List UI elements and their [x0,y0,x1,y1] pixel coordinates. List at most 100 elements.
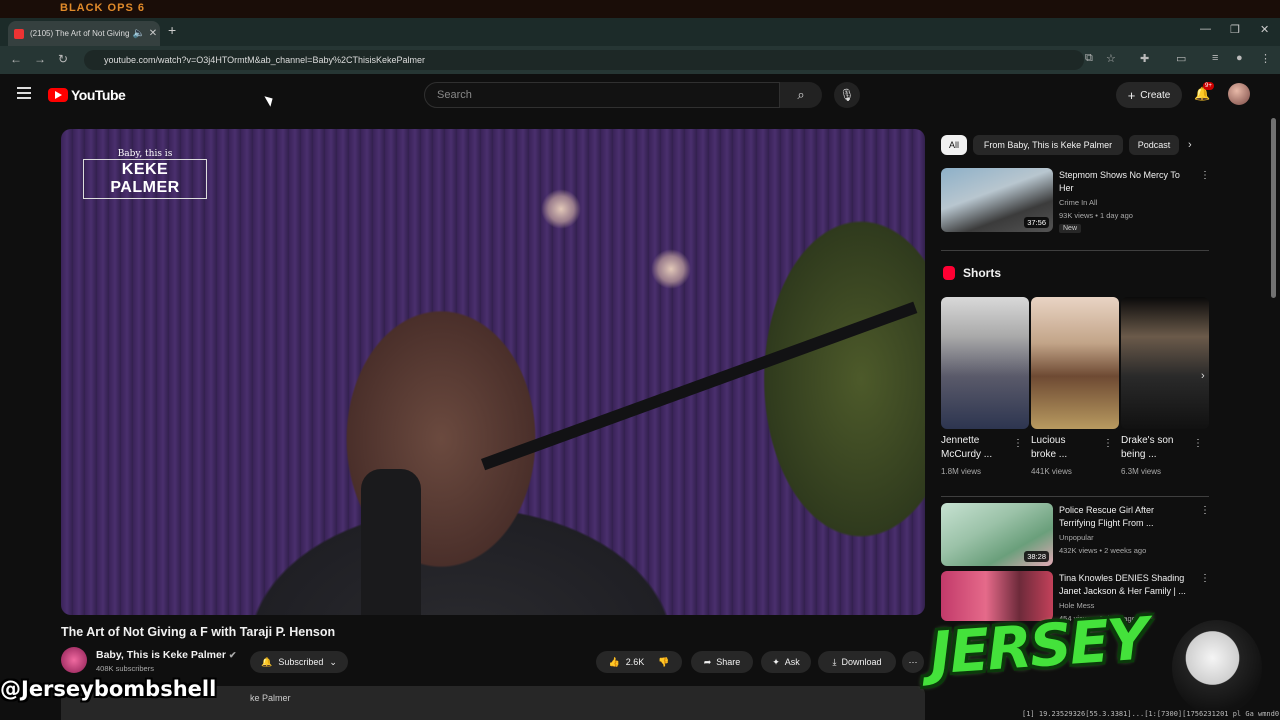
chevron-right-icon[interactable]: › [1188,139,1192,151]
hamburger-menu-icon[interactable] [17,87,31,102]
back-icon[interactable]: ← [10,52,22,66]
cast-icon[interactable]: ▭ [1176,52,1186,65]
verified-icon: ✔ [228,650,237,660]
rec-thumbnail[interactable]: 37:56 [941,168,1053,232]
short-views: 1.8M views [941,467,982,476]
shorts-icon [943,266,955,280]
thumbs-up-icon[interactable]: 👍 [609,657,620,668]
plus-icon: + [1127,87,1136,103]
bell-icon: 🔔 [261,656,273,667]
overlay-brand-text: BLACK OPS 6 [60,2,145,14]
short-title-line1: Drake's son [1121,435,1174,446]
channel-avatar[interactable] [61,647,87,673]
reload-icon[interactable]: ↻ [58,52,68,66]
rec-title-line2: Her [1059,183,1074,193]
tab-title: (2105) The Art of Not Giving [30,29,130,38]
voice-search-button[interactable]: 🎙 [834,82,860,108]
youtube-play-logo-icon [48,88,68,102]
channel-name[interactable]: Baby, This is Keke Palmer ✔ [96,649,236,661]
speaker-icon[interactable]: 🔈 [132,28,146,39]
subscribed-button[interactable]: 🔔 Subscribed ⌄ [250,651,348,673]
search-icon: ⌕ [797,87,805,102]
browser-tab[interactable]: (2105) The Art of Not Giving 🔈 ✕ [8,21,160,46]
rec-title[interactable]: Tina Knowles DENIES Shading Janet Jackso… [1059,572,1186,598]
more-options-icon[interactable]: ⋮ [1200,505,1210,516]
short-thumbnail[interactable] [1121,297,1209,429]
video-player[interactable]: Baby, this is KEKE PALMER [61,129,925,615]
more-options-icon[interactable]: ⋮ [1013,438,1023,449]
new-badge: New [1059,224,1082,233]
rec-thumbnail[interactable]: 38:28 [941,503,1053,566]
account-avatar[interactable] [1228,83,1250,105]
new-tab-button[interactable]: + [168,22,176,38]
microphone-icon: 🎙 [839,88,855,102]
short-title[interactable]: Lucious broke ... [1031,434,1067,462]
subscribed-label: Subscribed [278,657,324,667]
restore-icon[interactable]: ❐ [1230,23,1240,36]
more-actions-icon[interactable]: ⋯ [902,651,924,673]
short-title-line1: Jennette [941,435,980,446]
search-button[interactable]: ⌕ [780,82,822,108]
browser-menu-icon[interactable]: ⋮ [1260,52,1271,65]
more-options-icon[interactable]: ⋮ [1200,573,1210,584]
url-text: youtube.com/watch?v=O3j4HTOrmtM&ab_chann… [104,55,425,65]
ask-button[interactable]: ✦ Ask [761,651,811,673]
pendant-lamp [541,189,581,229]
forward-icon[interactable]: → [34,52,46,66]
short-views: 441K views [1031,467,1072,476]
duration-badge: 37:56 [1024,217,1049,228]
chip-podcast[interactable]: Podcast [1129,135,1179,155]
short-title[interactable]: Drake's son being ... [1121,434,1174,462]
url-field[interactable]: youtube.com/watch?v=O3j4HTOrmtM&ab_chann… [84,50,1084,70]
youtube-logo-text: YouTube [71,87,126,103]
short-title-line1: Lucious [1031,435,1066,446]
short-thumbnail[interactable] [1031,297,1119,429]
like-dislike-group[interactable]: 👍 2.6K 👎 [596,651,682,673]
share-button[interactable]: ➦ Share [691,651,753,673]
more-options-icon[interactable]: ⋮ [1193,438,1203,449]
channel-name-text: Baby, This is Keke Palmer [96,649,226,661]
close-window-icon[interactable]: ✕ [1260,23,1269,36]
rec-title-line2: Janet Jackson & Her Family | ... [1059,586,1186,596]
cartoon-character-overlay [1172,620,1262,715]
thumbs-down-icon[interactable]: 👎 [658,657,669,668]
more-options-icon[interactable]: ⋮ [1103,438,1113,449]
media-icon[interactable]: ≡ [1212,52,1218,64]
streamer-watermark: @Jerseybombshell [0,677,217,701]
short-thumbnail[interactable] [941,297,1029,429]
page-scrollbar[interactable] [1271,118,1276,298]
notifications-badge: 9+ [1203,82,1214,90]
install-icon[interactable]: ⧉ [1085,52,1093,65]
chip-all[interactable]: All [941,135,967,155]
bookmark-star-icon[interactable]: ☆ [1106,52,1116,65]
short-title[interactable]: Jennette McCurdy ... [941,434,992,462]
more-options-icon[interactable]: ⋮ [1200,170,1210,181]
rec-title[interactable]: Police Rescue Girl After Terrifying Flig… [1059,504,1154,530]
close-tab-icon[interactable]: ✕ [146,28,160,39]
extensions-icon[interactable]: ✚ [1140,52,1149,65]
debug-coordinates-text: [1] 19.23529326[55.3.3381]...[1:[7300][1… [1022,710,1280,718]
search-input[interactable]: Search [424,82,780,108]
download-button[interactable]: ⤓ Download [818,651,896,673]
search-placeholder: Search [437,89,472,101]
create-button[interactable]: + Create [1116,82,1182,108]
rec-title-line1: Stepmom Shows No Mercy To [1059,170,1180,180]
description-snippet: ke Palmer [250,693,291,703]
download-icon: ⤓ [832,656,837,667]
youtube-header: YouTube Search ⌕ 🎙 + Create 🔔 9+ [0,74,1280,116]
profile-icon[interactable]: ● [1236,52,1243,64]
shorts-next-icon[interactable]: › [1201,370,1205,382]
short-title-line2: being ... [1121,449,1157,460]
video-title: The Art of Not Giving a F with Taraji P.… [61,625,336,639]
jersey-overlay-logo: JERSEY [927,604,1150,688]
minimize-icon[interactable]: — [1200,23,1211,35]
address-bar-row: ← → ↻ youtube.com/watch?v=O3j4HTOrmtM&ab… [0,46,1280,74]
microphone [361,469,421,615]
subscriber-count: 408K subscribers [96,664,154,673]
like-count: 2.6K [625,657,645,667]
show-logo-big: KEKE PALMER [83,159,207,199]
chip-from-channel[interactable]: From Baby, This is Keke Palmer [973,135,1123,155]
share-label: Share [716,657,741,667]
youtube-logo[interactable]: YouTube [48,87,126,103]
rec-title[interactable]: Stepmom Shows No Mercy To Her [1059,169,1180,195]
